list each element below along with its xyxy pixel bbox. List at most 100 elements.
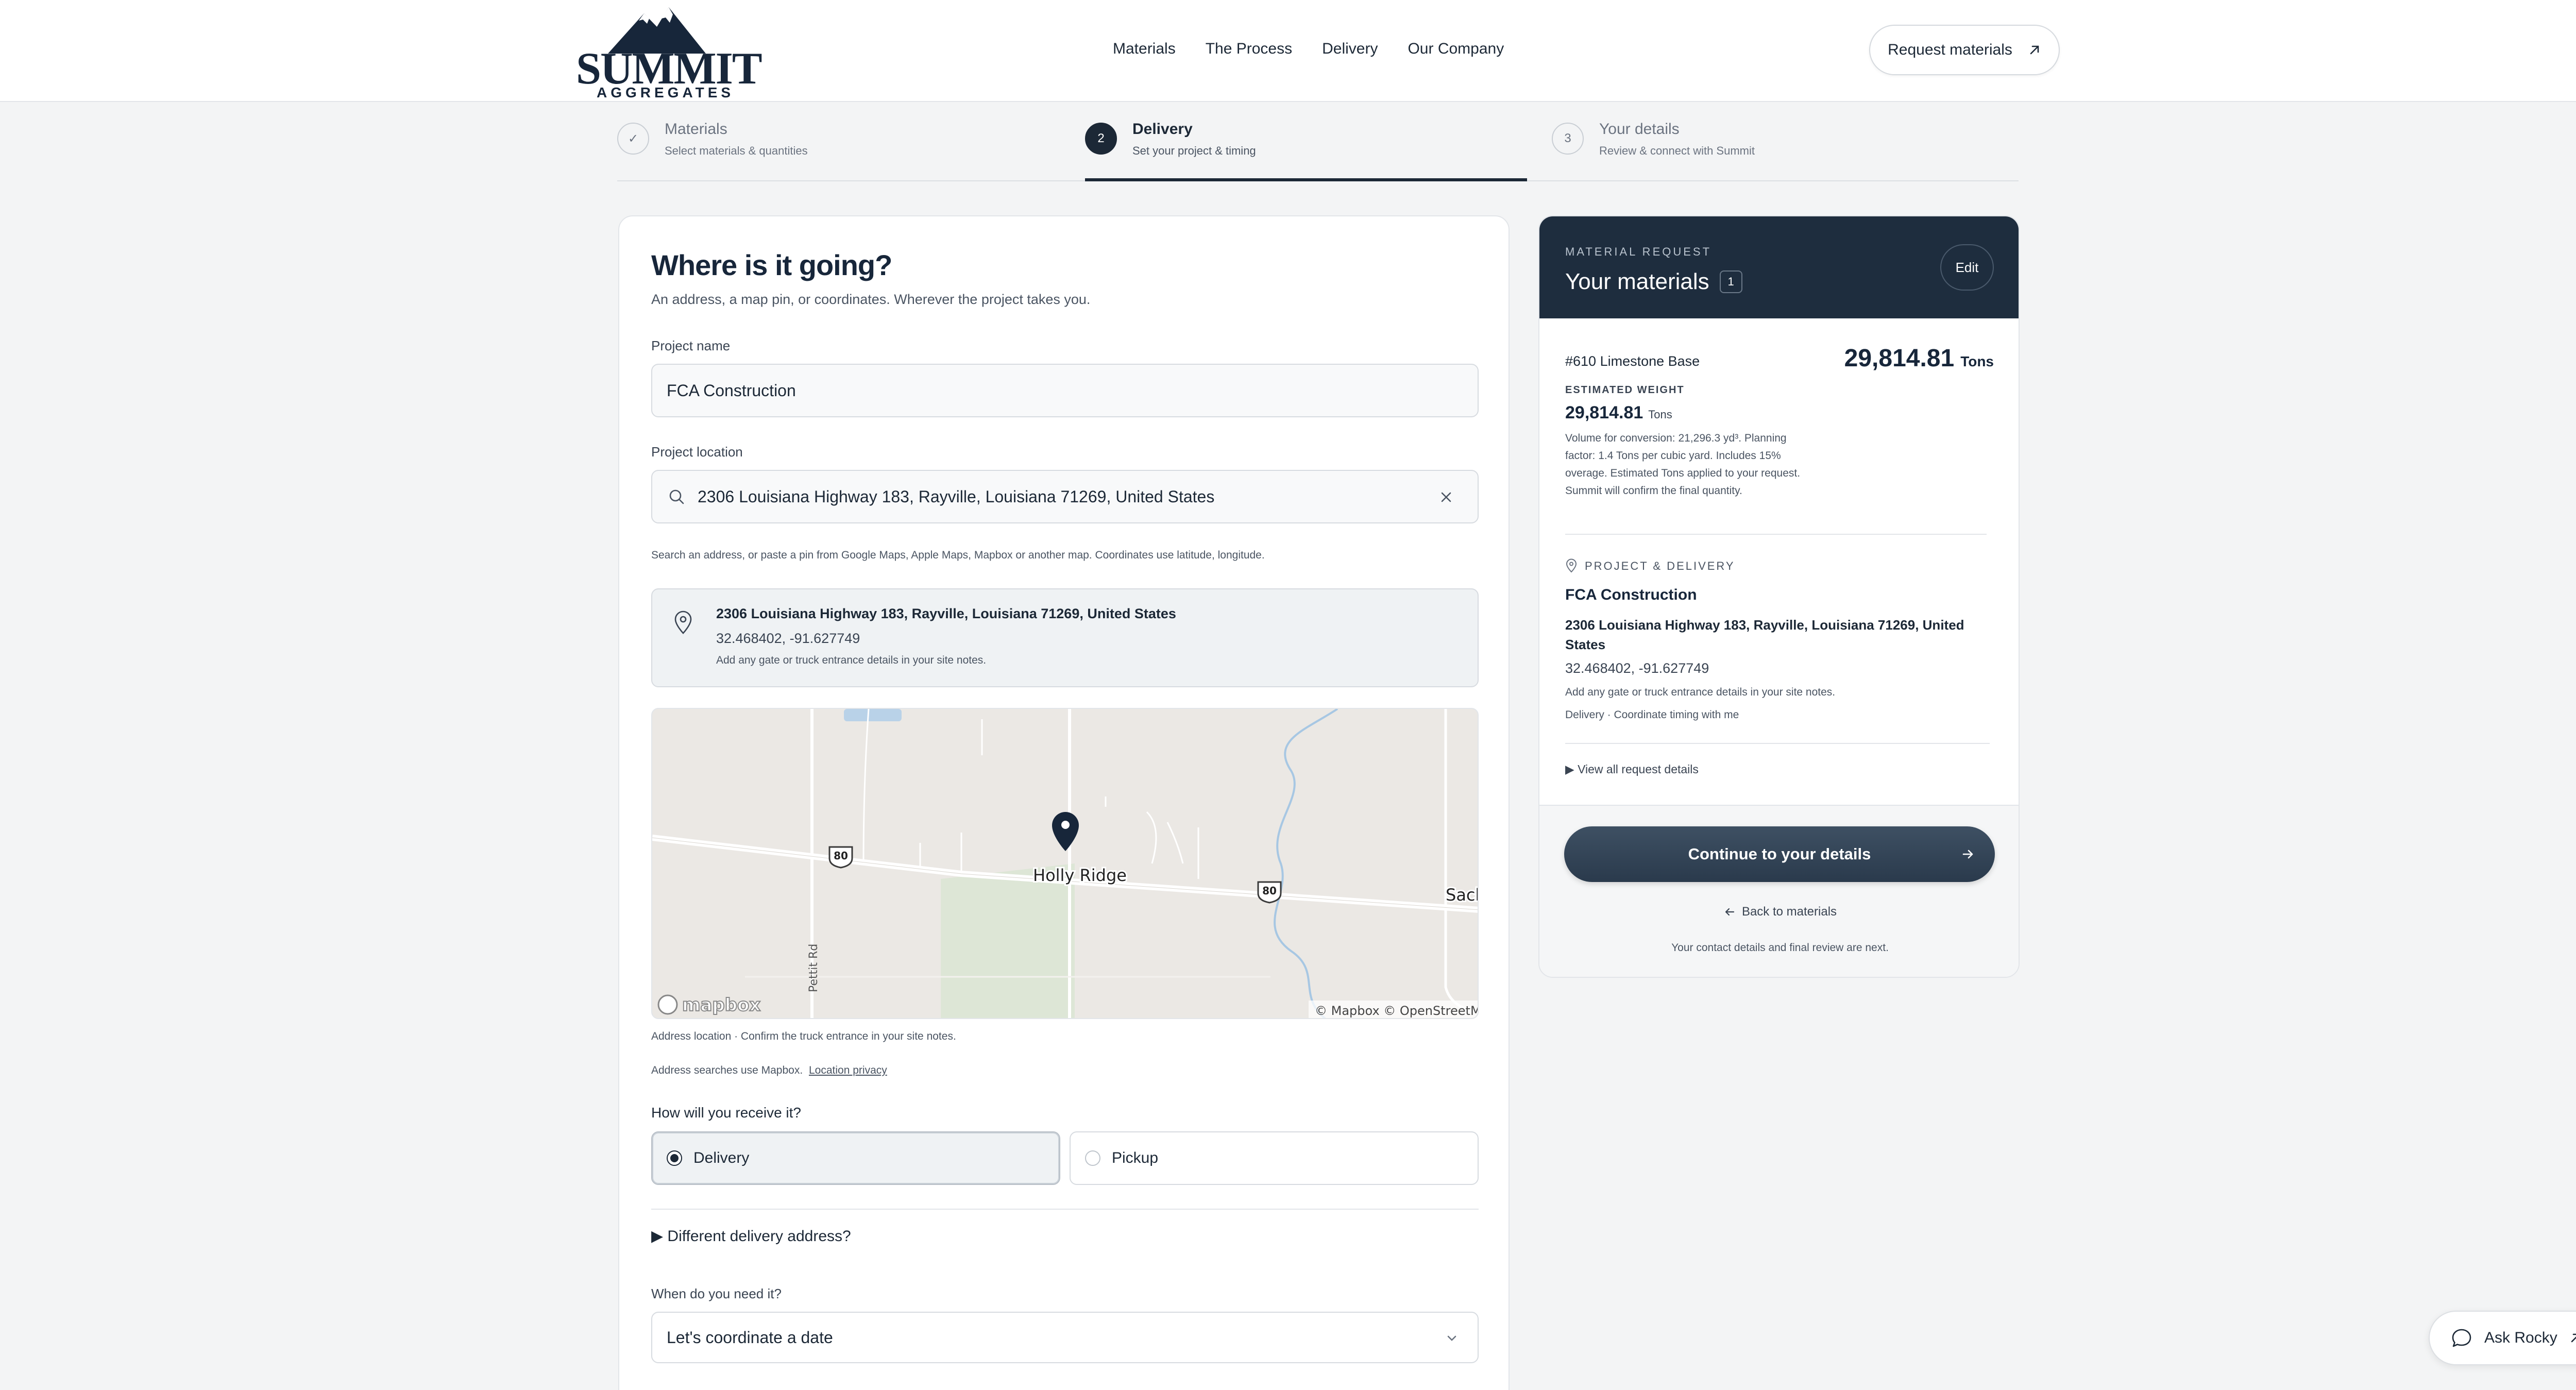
map-place-holly-ridge: Holly Ridge: [1033, 866, 1127, 885]
summary-address: 2306 Louisiana Highway 183, Rayville, Lo…: [1565, 617, 1964, 652]
route-shield-label: 80: [834, 850, 848, 862]
radio-unselected-icon: [1085, 1150, 1100, 1166]
summary-project-name: FCA Construction: [1565, 586, 1697, 603]
when-label: When do you need it?: [651, 1286, 782, 1301]
summary-site-note: Add any gate or truck entrance details i…: [1565, 686, 1836, 698]
project-location-value: 2306 Louisiana Highway 183, Rayville, Lo…: [698, 487, 1215, 506]
site-header: SUMMIT AGGREGATES Materials The Process …: [0, 0, 2576, 102]
continue-button[interactable]: Continue to your details: [1564, 826, 1995, 882]
progress-stepper: ✓ Materials Select materials & quantitie…: [617, 103, 2019, 181]
material-name: #610 Limestone Base: [1565, 353, 1700, 369]
location-pin-icon: [1566, 558, 1577, 573]
clear-icon[interactable]: [1438, 489, 1454, 505]
delivery-form-card: Where is it going? An address, a map pin…: [618, 215, 1510, 1390]
logo-subtitle: AGGREGATES: [597, 84, 735, 100]
summit-logo[interactable]: SUMMIT AGGREGATES: [576, 7, 762, 100]
material-request-summary: MATERIAL REQUEST Your materials 1 Edit #…: [1538, 215, 2020, 978]
chat-bubble-icon: [2452, 1329, 2471, 1347]
summary-divider: [1565, 534, 1987, 535]
summary-coordinates: 32.468402, -91.627749: [1565, 660, 1709, 676]
request-materials-button[interactable]: Request materials: [1869, 25, 2060, 75]
step-check-icon: ✓: [617, 123, 649, 155]
map-road-label: Pettit Rd: [807, 944, 820, 992]
ask-rocky-button[interactable]: Ask Rocky: [2429, 1311, 2576, 1365]
search-icon: [669, 489, 684, 504]
active-step-indicator: [1085, 178, 1527, 181]
when-select[interactable]: Let's coordinate a date: [651, 1312, 1479, 1363]
summary-title-text: Your materials: [1565, 269, 1709, 294]
project-location-label: Project location: [651, 444, 743, 460]
ask-rocky-label: Ask Rocky: [2484, 1329, 2557, 1346]
summary-timing: Delivery · Coordinate timing with me: [1565, 709, 1739, 721]
selected-note: Add any gate or truck entrance details i…: [716, 654, 987, 666]
view-all-details-toggle[interactable]: ▶ View all request details: [1565, 762, 1699, 776]
back-to-materials-label: Back to materials: [1741, 905, 1837, 919]
arrow-up-right-icon: [2571, 1333, 2576, 1343]
step-subtitle: Review & connect with Summit: [1599, 144, 1755, 157]
project-name-input[interactable]: FCA Construction: [651, 364, 1479, 417]
step-number: 2: [1085, 123, 1117, 155]
radio-selected-icon: [667, 1150, 682, 1166]
receive-label: How will you receive it?: [651, 1105, 801, 1121]
arrow-right-icon: [1962, 850, 1973, 859]
material-amount: 29,814.81 Tons: [1844, 344, 1994, 372]
estimated-weight-unit: Tons: [1648, 408, 1672, 421]
project-name-label: Project name: [651, 338, 731, 353]
edit-materials-button[interactable]: Edit: [1940, 244, 1994, 291]
step-subtitle: Select materials & quantities: [665, 144, 808, 157]
map-attribution[interactable]: © Mapbox © OpenStreetMap: [1315, 1004, 1479, 1018]
map-privacy-text: Address searches use Mapbox. Location pr…: [651, 1064, 887, 1077]
material-amount-value: 29,814.81: [1844, 345, 1955, 372]
project-delivery-label: PROJECT & DELIVERY: [1585, 560, 1735, 572]
radio-delivery-label: Delivery: [693, 1149, 750, 1166]
nav-our-company[interactable]: Our Company: [1408, 40, 1504, 58]
nav-the-process[interactable]: The Process: [1206, 40, 1292, 58]
step-title: Delivery: [1132, 121, 1193, 138]
nav-materials[interactable]: Materials: [1113, 40, 1176, 58]
estimated-weight-label: ESTIMATED WEIGHT: [1565, 384, 1685, 396]
step-title: Materials: [665, 121, 727, 138]
location-privacy-link[interactable]: Location privacy: [809, 1064, 887, 1076]
estimated-weight-note: Volume for conversion: 21,296.3 yd³. Pla…: [1565, 432, 1801, 497]
step-number: 3: [1552, 123, 1584, 155]
request-materials-label: Request materials: [1888, 41, 2012, 58]
estimated-weight-value: 29,814.81: [1565, 403, 1643, 422]
page-lead: An address, a map pin, or coordinates. W…: [651, 292, 1091, 307]
location-pin-icon: [674, 611, 692, 634]
route-shield-label: 80: [1262, 885, 1277, 897]
when-select-value: Let's coordinate a date: [667, 1328, 833, 1347]
arrow-up-right-icon: [2030, 45, 2039, 55]
summary-kicker: MATERIAL REQUEST: [1565, 245, 1712, 258]
selected-address: 2306 Louisiana Highway 183, Rayville, Lo…: [716, 606, 1176, 621]
chevron-down-icon: [1447, 1335, 1456, 1341]
summary-title: Your materials 1: [1565, 269, 1742, 295]
summary-divider: [1565, 743, 1990, 744]
map-privacy-prefix: Address searches use Mapbox.: [651, 1064, 803, 1076]
summary-foot-note: Your contact details and final review ar…: [1671, 942, 1889, 954]
radio-pickup[interactable]: Pickup: [1070, 1131, 1479, 1185]
project-name-value: FCA Construction: [667, 381, 796, 400]
divider: [651, 1209, 1479, 1210]
back-to-materials-link[interactable]: Back to materials: [1539, 905, 2019, 919]
map-note: Address location · Confirm the truck ent…: [651, 1030, 956, 1042]
project-location-input[interactable]: 2306 Louisiana Highway 183, Rayville, Lo…: [651, 470, 1479, 523]
materials-count-badge: 1: [1719, 270, 1742, 293]
radio-delivery[interactable]: Delivery: [651, 1131, 1060, 1185]
selected-location-card: 2306 Louisiana Highway 183, Rayville, Lo…: [651, 588, 1479, 687]
mapbox-logo-icon: [657, 994, 678, 1015]
step-subtitle: Set your project & timing: [1132, 144, 1256, 157]
page-title: Where is it going?: [651, 249, 892, 281]
selected-coordinates: 32.468402, -91.627749: [716, 631, 860, 646]
material-amount-unit: Tons: [1960, 353, 1994, 369]
estimated-weight: 29,814.81 Tons: [1565, 403, 1672, 423]
main-nav: Materials The Process Delivery Our Compa…: [1113, 40, 1504, 58]
mapbox-logo-text: mapbox: [682, 995, 760, 1015]
continue-button-label: Continue to your details: [1688, 845, 1871, 863]
location-help-text: Search an address, or paste a pin from G…: [651, 549, 1265, 561]
location-map[interactable]: 80 80 Holly Ridge Sackson Pettit Rd mapb…: [651, 708, 1479, 1019]
map-place-sackson: Sackson: [1446, 885, 1479, 905]
radio-pickup-label: Pickup: [1112, 1149, 1159, 1166]
arrow-left-icon: [1725, 908, 1735, 916]
nav-delivery[interactable]: Delivery: [1322, 40, 1378, 58]
different-address-toggle[interactable]: ▶ Different delivery address?: [651, 1227, 851, 1245]
